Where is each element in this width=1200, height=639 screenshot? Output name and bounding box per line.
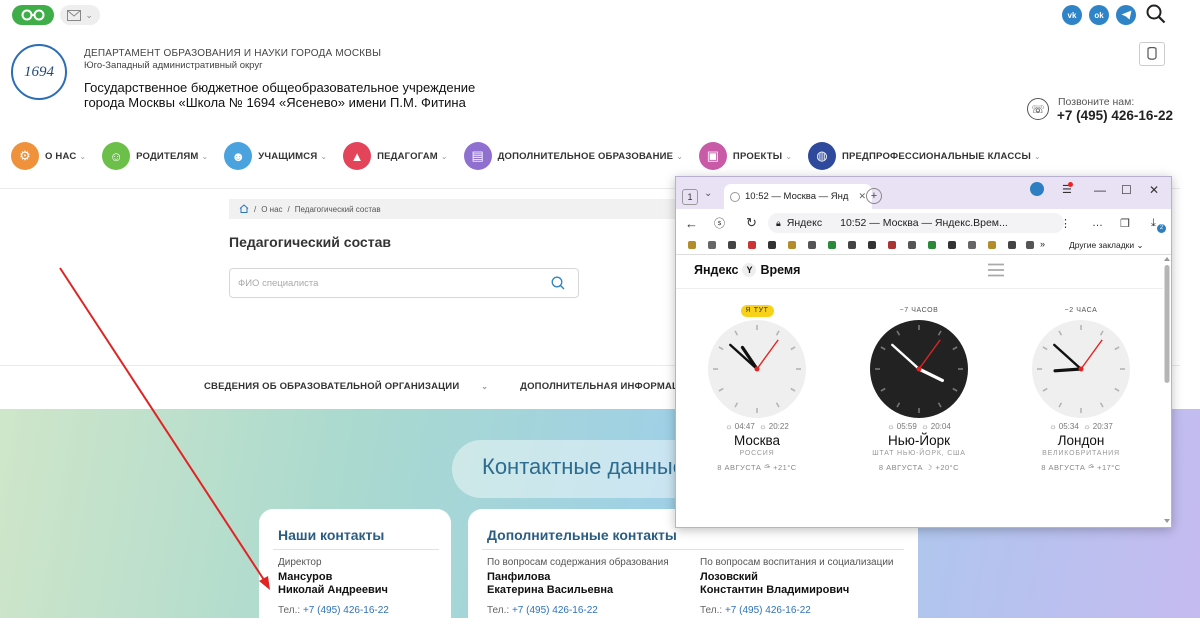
breadcrumb-item-staff: Педагогический состав bbox=[294, 204, 381, 214]
call-label: Позвоните нам: bbox=[1058, 96, 1135, 108]
contact-name: Лозовский Константин Владимирович bbox=[700, 571, 850, 596]
info-icon: ⚙ bbox=[11, 142, 39, 170]
nav-item-label: ПРЕДПРОФЕССИОНАЛЬНЫЕ КЛАССЫ bbox=[841, 150, 1031, 162]
divider bbox=[273, 549, 439, 550]
subnav-item-org-info[interactable]: СВЕДЕНИЯ ОБ ОБРАЗОВАТЕЛЬНОЙ ОРГАНИЗАЦИИ … bbox=[204, 381, 504, 392]
chevron-down-icon: ⌄ bbox=[785, 151, 792, 161]
contacts-title: Контактные данные bbox=[482, 454, 685, 479]
browser-window: 1 ⌄ 10:52 — Москва — Янд ✕ + ☰ — ☐ ✕ ← ⓢ… bbox=[675, 176, 1172, 528]
contact-phone: Тел.: +7 (495) 426-16-22 bbox=[278, 605, 389, 616]
contact-role: Директор bbox=[278, 557, 322, 568]
chevron-down-icon: ⌄ bbox=[1034, 151, 1041, 161]
our-contacts-heading: Наши контакты bbox=[278, 527, 385, 543]
contact-name: Панфилова Екатерина Васильевна bbox=[487, 571, 614, 596]
school-logo[interactable]: 1694 bbox=[11, 44, 67, 100]
logo-number: 1694 bbox=[24, 63, 54, 80]
contact-name: Мансуров Николай Андреевич bbox=[278, 571, 388, 596]
phone-icon: ☏ bbox=[1027, 98, 1049, 120]
phone-link[interactable]: +7 (495) 426-16-22 bbox=[725, 605, 811, 616]
clock-faces bbox=[708, 320, 1130, 418]
contact-role: По вопросам содержания образования bbox=[487, 557, 669, 568]
hour-hand bbox=[1053, 367, 1083, 373]
vk-icon[interactable]: vk bbox=[1062, 5, 1082, 25]
contact-phone: Тел.: +7 (495) 426-16-22 bbox=[700, 605, 811, 616]
page-title: Педагогический состав bbox=[229, 234, 391, 250]
chevron-down-icon: ⌄ bbox=[440, 151, 448, 161]
feedback-button[interactable]: ⌄ bbox=[60, 5, 100, 25]
book-icon: ▤ bbox=[463, 142, 492, 170]
our-contacts-card: Наши контакты Директор Мансуров Николай А… bbox=[259, 509, 451, 639]
nav-item-label: РОДИТЕЛЯМ bbox=[136, 150, 199, 162]
phone-link[interactable]: +7 (495) 426-16-22 bbox=[303, 605, 389, 616]
department-name: ДЕПАРТАМЕНТ ОБРАЗОВАНИЯ И НАУКИ ГОРОДА М… bbox=[84, 48, 382, 59]
glasses-icon bbox=[21, 9, 45, 21]
nav-item-label: ПРОЕКТЫ bbox=[732, 150, 783, 162]
contact-role: По вопросам воспитания и социализации bbox=[700, 557, 894, 568]
breadcrumb-item-about[interactable]: О нас bbox=[261, 205, 282, 214]
accessibility-button[interactable] bbox=[1139, 42, 1165, 66]
divider bbox=[482, 549, 904, 550]
mail-icon bbox=[67, 9, 82, 21]
low-vision-button[interactable] bbox=[12, 5, 54, 25]
breadcrumb-separator: / bbox=[287, 204, 290, 214]
telegram-icon[interactable] bbox=[1116, 5, 1136, 25]
extra-contacts-heading: Дополнительные контакты bbox=[487, 527, 677, 543]
chevron-down-icon: ⌄ bbox=[320, 151, 328, 161]
school-name[interactable]: Государственное бюджетное общеобразовате… bbox=[84, 80, 484, 110]
chevron-down-icon: ⌄ bbox=[85, 9, 93, 20]
nav-item-projects[interactable]: ▣ ПРОЕКТЫ ⌄ bbox=[698, 142, 792, 170]
nav-item-parents[interactable]: ☺ РОДИТЕЛЯМ ⌄ bbox=[102, 142, 208, 170]
chevron-down-icon: ⌄ bbox=[676, 151, 683, 161]
chevron-down-icon: ⌄ bbox=[79, 151, 87, 161]
contact-phone: Тел.: +7 (495) 426-16-22 bbox=[487, 605, 598, 616]
chevron-down-icon: ⌄ bbox=[201, 151, 209, 161]
nav-item-extra-education[interactable]: ▤ ДОПОЛНИТЕЛЬНОЕ ОБРАЗОВАНИЕ ⌄ bbox=[463, 142, 683, 170]
family-icon: ☺ bbox=[102, 142, 131, 170]
students-icon: ☻ bbox=[224, 142, 253, 170]
nav-item-label: ДОПОЛНИТЕЛЬНОЕ ОБРАЗОВАНИЕ bbox=[497, 150, 674, 162]
nav-item-students[interactable]: ☻ УЧАЩИМСЯ ⌄ bbox=[224, 142, 327, 170]
odnoklassniki-icon[interactable]: ok bbox=[1089, 5, 1109, 25]
nav-item-label: О НАС bbox=[45, 150, 77, 162]
home-icon[interactable] bbox=[239, 203, 249, 215]
nav-item-label: УЧАЩИМСЯ bbox=[258, 150, 318, 162]
globe-icon: ◍ bbox=[807, 142, 836, 170]
call-phone[interactable]: +7 (495) 426-16-22 bbox=[1057, 108, 1173, 123]
nav-item-teachers[interactable]: ▲ ПЕДАГОГАМ ⌄ bbox=[343, 142, 448, 170]
nav-item-about[interactable]: ⚙ О НАС ⌄ bbox=[11, 142, 86, 170]
graduation-cap-icon: ▲ bbox=[343, 142, 372, 170]
nav-item-label: ПЕДАГОГАМ bbox=[377, 150, 438, 162]
clock-center bbox=[916, 366, 922, 372]
search-icon[interactable] bbox=[551, 276, 565, 290]
extra-contacts-card: Дополнительные контакты По вопросам соде… bbox=[468, 509, 918, 639]
district-name: Юго-Западный административный округ bbox=[84, 60, 263, 71]
breadcrumb-separator: / bbox=[254, 204, 257, 214]
nav-item-preprofessional[interactable]: ◍ ПРЕДПРОФЕССИОНАЛЬНЫЕ КЛАССЫ ⌄ bbox=[807, 142, 1041, 170]
breadcrumb: / О нас / Педагогический состав bbox=[229, 199, 679, 219]
search-icon[interactable] bbox=[1146, 4, 1166, 24]
clock-center bbox=[754, 366, 760, 372]
clock-center bbox=[1078, 366, 1084, 372]
chart-icon: ▣ bbox=[698, 142, 727, 170]
phone-link[interactable]: +7 (495) 426-16-22 bbox=[512, 605, 598, 616]
search-input[interactable] bbox=[229, 268, 579, 298]
accessibility-icon bbox=[1147, 47, 1157, 60]
scrollbar[interactable] bbox=[1163, 255, 1171, 525]
main-nav: ⚙ О НАС ⌄ ☺ РОДИТЕЛЯМ ⌄ ☻ УЧАЩИМСЯ ⌄ ▲ ПЕДА… bbox=[0, 140, 1046, 172]
